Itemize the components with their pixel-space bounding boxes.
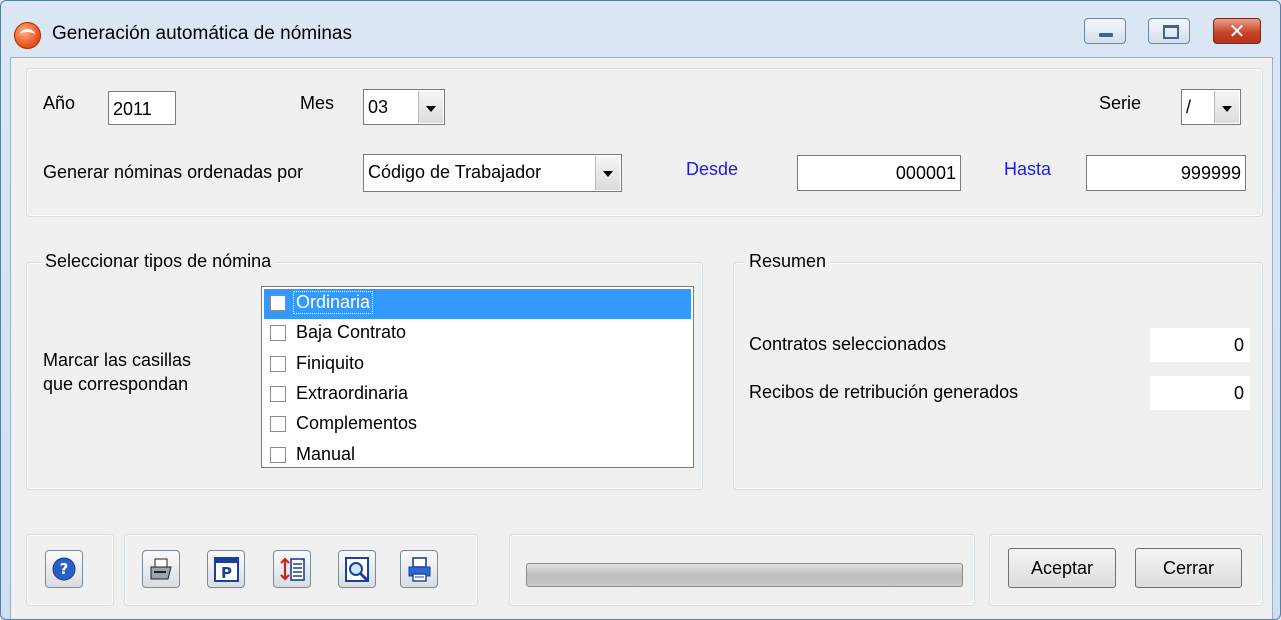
year-input[interactable]: 2011 — [108, 91, 176, 125]
zoom-document-button[interactable] — [338, 550, 376, 588]
filters-panel — [26, 68, 1263, 217]
payroll-type-checkbox[interactable] — [270, 385, 286, 402]
preview-p-button[interactable]: P — [207, 550, 245, 588]
payroll-type-label: Finiquito — [296, 352, 365, 373]
month-select[interactable]: 03 — [363, 89, 445, 125]
series-dropdown-arrow-icon[interactable] — [1214, 91, 1239, 123]
to-label: Hasta — [1004, 159, 1052, 179]
payroll-types-checklist[interactable]: Ordinaria Baja Contrato Finiquito Extraordi… — [261, 286, 694, 468]
close-button[interactable]: Cerrar — [1135, 548, 1242, 588]
payroll-type-item[interactable]: Extraordinaria — [264, 380, 691, 410]
svg-text:?: ? — [60, 560, 69, 578]
payroll-type-label: Baja Contrato — [296, 322, 407, 343]
window-title: Generación automática de nóminas — [52, 23, 352, 44]
maximize-icon — [1163, 25, 1179, 39]
contracts-selected-label: Contratos seleccionados — [749, 334, 947, 354]
series-select[interactable]: / — [1181, 89, 1241, 125]
payroll-types-caption: Seleccionar tipos de nómina — [41, 251, 276, 272]
contracts-selected-value: 0 — [1150, 328, 1250, 362]
types-hint-line1: Marcar las casillas — [43, 350, 192, 370]
payroll-type-item[interactable]: Manual — [264, 441, 691, 471]
zoom-document-icon — [345, 557, 369, 582]
payroll-type-checkbox[interactable] — [270, 446, 286, 463]
order-by-dropdown-arrow-icon[interactable] — [595, 156, 620, 190]
from-label: Desde — [686, 159, 739, 179]
maximize-button[interactable] — [1148, 18, 1190, 44]
printer-setup-icon — [408, 557, 431, 582]
payroll-type-item[interactable]: Baja Contrato — [264, 319, 691, 349]
payroll-type-checkbox[interactable] — [270, 355, 286, 372]
svg-text:P: P — [221, 564, 232, 582]
close-icon: ✕ — [1228, 19, 1246, 43]
order-by-label: Generar nóminas ordenadas por — [43, 162, 304, 182]
payroll-type-item[interactable]: Ordinaria — [264, 289, 691, 319]
preview-p-icon: P — [214, 557, 239, 582]
minimize-icon — [1099, 33, 1113, 37]
sort-list-button[interactable] — [273, 550, 311, 588]
printer-setup-button[interactable] — [400, 550, 438, 588]
accept-button[interactable]: Aceptar — [1008, 548, 1116, 588]
close-window-button[interactable]: ✕ — [1213, 18, 1261, 44]
help-icon: ? — [52, 557, 76, 581]
payroll-type-checkbox[interactable] — [270, 416, 286, 433]
app-logo-icon — [14, 22, 41, 49]
sort-list-icon — [280, 557, 305, 581]
payroll-type-label: Complementos — [296, 413, 418, 434]
series-select-value: / — [1186, 97, 1192, 117]
month-label: Mes — [300, 93, 335, 113]
window-client-area: Año 2011 Mes 03 Serie / Generar nóminas … — [10, 57, 1273, 619]
to-input[interactable]: 999999 — [1086, 155, 1246, 191]
types-hint-line2: que correspondan — [43, 374, 189, 394]
payroll-type-label: Extraordinaria — [296, 382, 409, 403]
payroll-generation-window: Generación automática de nóminas ✕ Año 2… — [0, 0, 1281, 620]
help-button[interactable]: ? — [45, 550, 83, 588]
payroll-type-checkbox[interactable] — [270, 325, 286, 342]
payroll-type-checkbox[interactable] — [270, 295, 286, 311]
generation-progress-bar — [526, 563, 963, 587]
summary-caption: Resumen — [745, 251, 831, 272]
from-input[interactable]: 000001 — [797, 155, 961, 191]
series-label: Serie — [1099, 93, 1142, 113]
month-select-value: 03 — [368, 97, 389, 117]
payroll-type-label: Ordinaria — [292, 291, 374, 314]
print-icon — [150, 558, 172, 580]
receipts-generated-label: Recibos de retribución generados — [749, 382, 1019, 402]
order-by-select-value: Código de Trabajador — [368, 162, 542, 182]
order-by-select[interactable]: Código de Trabajador — [363, 154, 622, 192]
minimize-button[interactable] — [1084, 18, 1126, 44]
month-dropdown-arrow-icon[interactable] — [418, 91, 443, 123]
title-bar[interactable]: Generación automática de nóminas ✕ — [1, 1, 1280, 59]
payroll-type-label: Manual — [296, 443, 356, 464]
print-button[interactable] — [142, 550, 180, 588]
year-label: Año — [43, 93, 76, 113]
payroll-type-item[interactable]: Finiquito — [264, 350, 691, 380]
payroll-type-item[interactable]: Complementos — [264, 410, 691, 440]
receipts-generated-value: 0 — [1150, 376, 1250, 410]
